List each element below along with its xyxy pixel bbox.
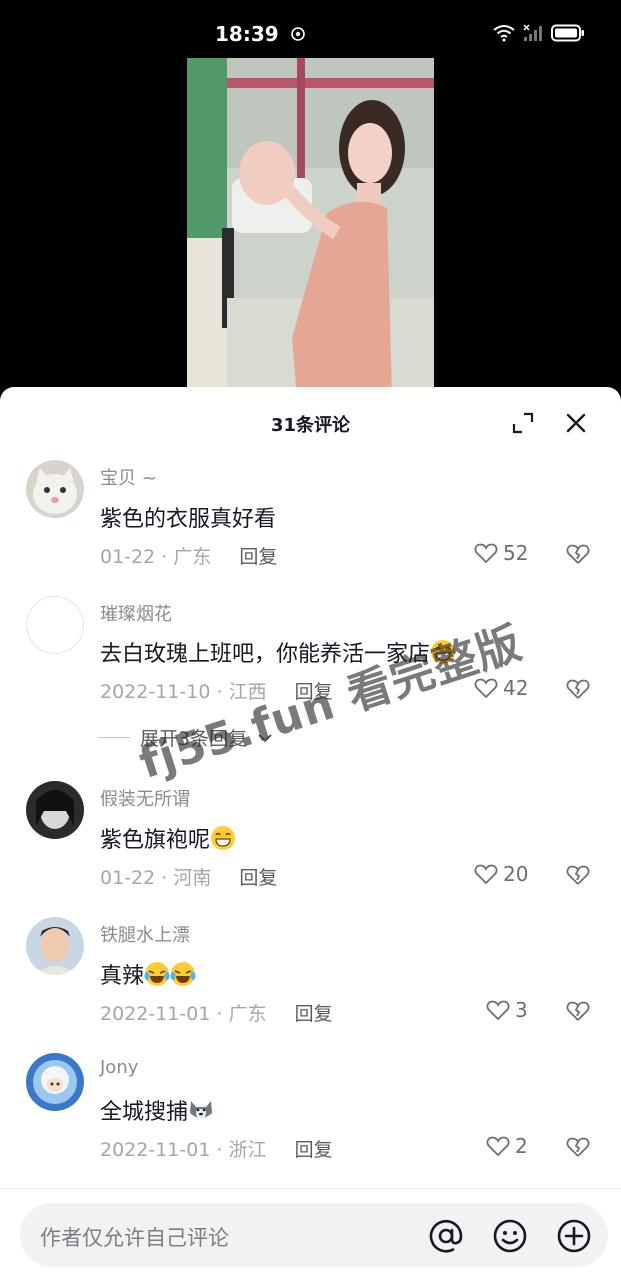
- comment-username[interactable]: 铁腿水上漂: [100, 921, 190, 947]
- like-count: 52: [503, 541, 529, 565]
- battery-icon: [551, 24, 584, 42]
- avatar[interactable]: [26, 917, 84, 975]
- comment-meta: 01-22 · 广东 回复: [100, 542, 277, 569]
- like-count: 20: [503, 862, 529, 886]
- comment-username[interactable]: 宝贝 ~: [100, 464, 157, 490]
- avatar[interactable]: [26, 596, 84, 654]
- divider-line: [98, 737, 130, 738]
- status-time: 18:39: [215, 22, 306, 46]
- dislike-icon[interactable]: [566, 677, 590, 701]
- comment-text-body: 紫色旗袍呢: [100, 828, 211, 853]
- comment-meta: 01-22 · 河南 回复: [100, 863, 277, 890]
- comment-meta: 2022-11-01 · 广东 回复: [100, 999, 333, 1026]
- like-count: 2: [515, 1134, 528, 1158]
- like-count: 42: [503, 676, 529, 700]
- separator: ·: [216, 1003, 223, 1025]
- heart-icon: [486, 1136, 510, 1157]
- comment-date: 2022-11-01: [100, 1139, 211, 1161]
- reply-button[interactable]: 回复: [295, 1003, 333, 1025]
- like-count: 3: [515, 998, 528, 1022]
- comment-meta: 2022-11-01 · 浙江 回复: [100, 1135, 333, 1162]
- comment-item: 宝贝 ~ 紫色的衣服真好看 01-22 · 广东 回复 52: [0, 459, 621, 599]
- comment-text: 真辣: [100, 958, 196, 990]
- comment-date: 01-22: [100, 867, 156, 889]
- wifi-icon: [493, 25, 515, 42]
- separator: ·: [161, 867, 168, 889]
- comment-item: Jony 全城搜捕 2022-11-01 · 浙江 回复 2: [0, 1052, 621, 1192]
- laughing-tears-emoji-icon: [170, 962, 196, 986]
- dislike-icon[interactable]: [566, 1135, 590, 1159]
- reply-button[interactable]: 回复: [295, 1139, 333, 1161]
- avatar[interactable]: [26, 1053, 84, 1111]
- like-button[interactable]: 3: [486, 998, 528, 1022]
- husky-emoji-icon: [190, 1101, 213, 1119]
- heart-icon: [474, 543, 498, 564]
- comment-text: 紫色的衣服真好看: [100, 507, 277, 532]
- comment-username[interactable]: Jony: [100, 1057, 138, 1078]
- expand-icon[interactable]: [511, 411, 535, 435]
- separator: ·: [161, 546, 168, 568]
- comment-input[interactable]: 作者仅允许自己评论: [20, 1203, 608, 1267]
- at-mention-icon[interactable]: [428, 1218, 464, 1254]
- person-avatar-image: [26, 917, 84, 975]
- separator: ·: [216, 1139, 223, 1161]
- video-frame[interactable]: [187, 58, 434, 398]
- reply-button[interactable]: 回复: [239, 867, 277, 889]
- hotspot-icon: [290, 27, 305, 41]
- comment-date: 2022-11-10: [100, 681, 211, 703]
- comment-location: 广东: [228, 1003, 267, 1025]
- avatar[interactable]: [26, 781, 84, 839]
- comment-date: 01-22: [100, 546, 156, 568]
- like-button[interactable]: 52: [474, 541, 528, 565]
- comment-location: 河南: [173, 867, 212, 889]
- comment-username[interactable]: 璀璨烟花: [100, 600, 172, 626]
- sheep-avatar-image: [26, 1053, 84, 1111]
- close-icon[interactable]: [563, 410, 589, 436]
- comment-item: 假装无所谓 紫色旗袍呢 01-22 · 河南 回复 20: [0, 780, 621, 920]
- comment-text-body: 真辣: [100, 964, 145, 989]
- comment-text: 全城搜捕: [100, 1094, 214, 1126]
- emoji-icon[interactable]: [492, 1218, 528, 1254]
- like-button[interactable]: 2: [486, 1134, 528, 1158]
- dark-avatar-image: [26, 781, 84, 839]
- comment-text-body: 全城搜捕: [100, 1100, 189, 1125]
- heart-icon: [486, 1000, 510, 1021]
- video-thumbnail-image: [187, 58, 434, 398]
- heart-icon: [474, 864, 498, 885]
- grin-emoji-icon: [211, 826, 236, 850]
- comment-location: 浙江: [228, 1139, 267, 1161]
- comment-item: 铁腿水上漂 真辣 2022-11-01 · 广东 回复 3: [0, 916, 621, 1056]
- laughing-tears-emoji-icon: [144, 962, 170, 986]
- like-button[interactable]: 20: [474, 862, 528, 886]
- dislike-icon[interactable]: [566, 999, 590, 1023]
- signal-icon: [523, 24, 542, 41]
- reply-button[interactable]: 回复: [239, 546, 277, 568]
- comment-sheet: 31条评论 宝贝 ~ 紫色的衣服真好看 01-22 · 广东 回复 52 璀璨烟…: [0, 387, 621, 1280]
- comment-sheet-header: 31条评论: [0, 387, 621, 459]
- comment-input-bar: 作者仅允许自己评论: [0, 1188, 621, 1280]
- add-icon[interactable]: [556, 1218, 592, 1254]
- cat-avatar-image: [26, 460, 84, 518]
- status-bar: 18:39: [0, 0, 621, 58]
- comment-input-placeholder: 作者仅允许自己评论: [40, 1226, 229, 1250]
- comment-username[interactable]: 假装无所谓: [100, 785, 190, 811]
- status-icons: [493, 24, 585, 42]
- comment-date: 2022-11-01: [100, 1003, 211, 1025]
- comment-location: 广东: [173, 546, 212, 568]
- video-player[interactable]: [0, 58, 621, 398]
- dislike-icon[interactable]: [566, 863, 590, 887]
- comment-text: 紫色旗袍呢: [100, 822, 236, 854]
- dislike-icon[interactable]: [566, 542, 590, 566]
- avatar[interactable]: [26, 460, 84, 518]
